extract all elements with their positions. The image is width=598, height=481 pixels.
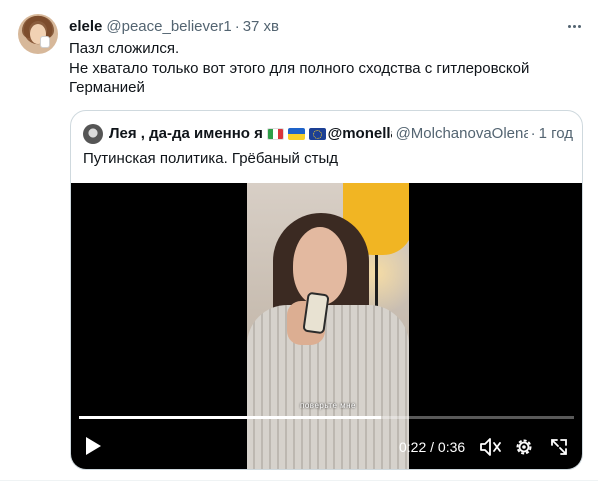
tweet-text: Пазл сложился. Не хватало только вот это… (69, 39, 569, 98)
more-options-icon[interactable] (562, 14, 586, 38)
play-icon[interactable] (83, 435, 103, 457)
quote-timestamp[interactable]: 1 год (539, 124, 573, 144)
video-progress-bar[interactable] (79, 416, 574, 419)
italy-flag-icon (266, 128, 284, 140)
tweet-header: elele @peace_believer1 · 37 хв (69, 17, 279, 37)
settings-icon[interactable] (513, 436, 535, 458)
author-name[interactable]: elele (69, 17, 102, 37)
play-icon-svg (86, 437, 101, 455)
header-separator: · (234, 18, 240, 35)
quote-header-separator: · (530, 125, 536, 142)
mute-icon-svg (480, 438, 501, 456)
more-dot (567, 24, 571, 28)
settings-icon-svg (516, 439, 532, 455)
video-player[interactable]: поверьте мне 0:22 / 0:36 (71, 183, 582, 469)
author-handle[interactable]: @peace_believer1 (106, 17, 231, 37)
tweet-text-line: Германией (69, 79, 145, 96)
eu-flag-icon (308, 128, 326, 140)
author-avatar[interactable] (18, 14, 58, 54)
more-dot (577, 24, 581, 28)
more-dot (572, 24, 576, 28)
fullscreen-icon[interactable] (549, 437, 569, 457)
person-body (247, 305, 409, 469)
video-frame[interactable]: поверьте мне (247, 183, 409, 469)
quote-header: Лея , да-да именно я @monella @Molchanov… (83, 124, 573, 144)
tweet-text-line: Не хватало только вот этого для полного … (69, 59, 530, 77)
video-time: 0:22 / 0:36 (399, 439, 466, 455)
quoted-tweet[interactable]: Лея , да-да именно я @monella @Molchanov… (70, 110, 583, 470)
quote-author-name-suffix[interactable]: @monella (328, 124, 392, 144)
ukraine-flag-icon (287, 128, 305, 140)
avatar-cup (40, 36, 50, 48)
video-progress-fill (79, 416, 382, 419)
tweet[interactable]: elele @peace_believer1 · 37 хв Пазл слож… (0, 0, 598, 481)
tweet-timestamp[interactable]: 37 хв (243, 17, 279, 37)
quote-author-avatar[interactable] (83, 124, 103, 144)
quote-text: Путинская политика. Грёбаный стыд (83, 150, 338, 167)
quote-author-name[interactable]: Лея , да-да именно я (109, 124, 263, 144)
video-subtitle: поверьте мне (300, 401, 356, 410)
fullscreen-icon-svg (551, 439, 567, 455)
tweet-text-line: Пазл сложился. (69, 40, 180, 57)
quote-author-handle[interactable]: @MolchanovaOlena (396, 124, 528, 144)
mute-icon[interactable] (479, 437, 503, 457)
